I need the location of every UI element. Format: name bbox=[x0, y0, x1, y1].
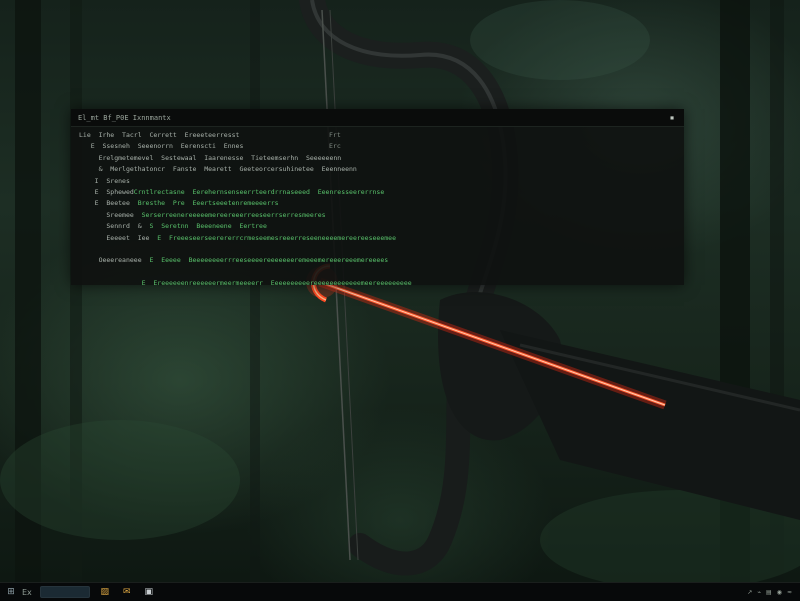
tray-icon[interactable]: ⌁ bbox=[757, 589, 761, 596]
terminal-line-text bbox=[79, 268, 149, 276]
terminal-line-highlight: E Eeeee Beeeeeeeerrreeseeeereeeeeeeremee… bbox=[141, 256, 389, 265]
terminal-line: Sreemee Serserreenereeeeemereereeerreese… bbox=[79, 210, 676, 221]
terminal-line: Oeeereaneee E Eeeee Beeeeeeeerrreeseeeer… bbox=[79, 255, 676, 266]
terminal-line: Eeeeet Iee E Freeeseerseerererrcrmeseeme… bbox=[79, 233, 676, 244]
terminal-line: & Merlgethatoncr Fanste Mearett Geeteorc… bbox=[79, 164, 676, 175]
taskbar-pinned-app[interactable]: Ex bbox=[22, 585, 32, 599]
system-tray: ↗ ⌁ ▤ ◉ ≈ bbox=[742, 589, 792, 596]
terminal-line-text: & Merlgethatoncr Fanste Mearett Geeteorc… bbox=[79, 165, 357, 174]
terminal-line bbox=[79, 244, 676, 255]
terminal-line-text bbox=[79, 245, 149, 253]
terminal-line-text: Oeeereaneee bbox=[79, 256, 142, 265]
terminal-line-text: E Sphewed bbox=[79, 187, 134, 196]
terminal-line-highlight: E Freeeseerseerererrcrmeseemesreeerresee… bbox=[149, 233, 396, 242]
terminal-output[interactable]: Lie Irhe Tacrl Cerrett Ereeeteerresst Frt… bbox=[71, 127, 684, 289]
terminal-title: El_mt Bf_P0E Ixnnmantx bbox=[78, 113, 171, 122]
store-icon[interactable]: ▣ bbox=[142, 586, 156, 598]
taskbar-app-icons: ▨ ✉ ▣ bbox=[90, 586, 156, 598]
close-icon[interactable]: ▪ bbox=[667, 113, 677, 122]
terminal-line-highlight: S Seretnn Beeeneene Eertree bbox=[141, 222, 267, 231]
taskbar-search-box[interactable] bbox=[39, 586, 90, 598]
start-button[interactable]: ⊞ bbox=[4, 585, 18, 599]
terminal-line-text: Sreemee bbox=[79, 210, 134, 219]
tray-icon[interactable]: ↗ bbox=[747, 589, 752, 596]
terminal-line-tag: Erc bbox=[329, 142, 341, 151]
terminal-line-text: Eeeeet Iee bbox=[79, 233, 150, 242]
terminal-line-highlight: Crntlrectasne Eerehernsenseerrteerdrrnas… bbox=[133, 187, 385, 196]
terminal-line bbox=[79, 267, 676, 278]
tray-icon[interactable]: ◉ bbox=[777, 589, 782, 596]
terminal-line: E Ereeeeeenreeeeeermeermeeeerr Eeeeeeeee… bbox=[79, 278, 676, 289]
terminal-window[interactable]: El_mt Bf_P0E Ixnnmantx ▪ Lie Irhe Tacrl … bbox=[71, 109, 684, 287]
terminal-line-highlight: E Ereeeeeenreeeeeermeermeeeerr Eeeeeeeee… bbox=[141, 279, 412, 288]
terminal-line-text: Lie Irhe Tacrl Cerrett Ereeeteerresst bbox=[79, 131, 240, 139]
terminal-line: E Beetee Bresthe Pre Eeertseeetenremeeee… bbox=[79, 198, 676, 209]
taskbar: ⊞ Ex ▨ ✉ ▣ ↗ ⌁ ▤ ◉ ≈ bbox=[0, 582, 800, 601]
tray-icon[interactable]: ≈ bbox=[787, 589, 792, 596]
desktop-wallpaper bbox=[0, 0, 800, 582]
terminal-line-text bbox=[79, 279, 142, 287]
terminal-line: Erelgmetemevel Sestewaal Iaarenesse Tiet… bbox=[79, 153, 676, 164]
folder-icon[interactable]: ▨ bbox=[98, 586, 112, 598]
terminal-line-highlight: Serserreenereeeeemereereeerreeseerrserre… bbox=[133, 210, 326, 219]
terminal-line-text: I Srenes bbox=[79, 176, 130, 185]
terminal-line: E Ssesneh Seeenorrn Eerenscti Ennes Erc bbox=[79, 141, 676, 152]
terminal-line: Sennrd & S Seretnn Beeeneene Eertree bbox=[79, 221, 676, 232]
tray-icon[interactable]: ▤ bbox=[766, 589, 772, 596]
terminal-line-highlight: Bresthe Pre Eeertseeetenremeeeerrs bbox=[129, 199, 279, 208]
terminal-line-text: Sennrd & bbox=[79, 222, 142, 231]
terminal-line: I Srenes bbox=[79, 176, 676, 187]
terminal-titlebar[interactable]: El_mt Bf_P0E Ixnnmantx ▪ bbox=[71, 109, 684, 127]
terminal-line-text: E Ssesneh Seeenorrn Eerenscti Ennes bbox=[79, 142, 244, 151]
terminal-line: E SphewedCrntlrectasne Eerehernsenseerrt… bbox=[79, 187, 676, 198]
wallpaper-art bbox=[0, 0, 800, 582]
terminal-line-text: E Beetee bbox=[79, 199, 130, 208]
terminal-line-text: Erelgmetemevel Sestewaal Iaarenesse Tiet… bbox=[79, 153, 342, 162]
terminal-line: Lie Irhe Tacrl Cerrett Ereeeteerresst Frt bbox=[79, 130, 676, 141]
mail-icon[interactable]: ✉ bbox=[120, 586, 134, 598]
terminal-line-tag: Frt bbox=[329, 131, 341, 139]
